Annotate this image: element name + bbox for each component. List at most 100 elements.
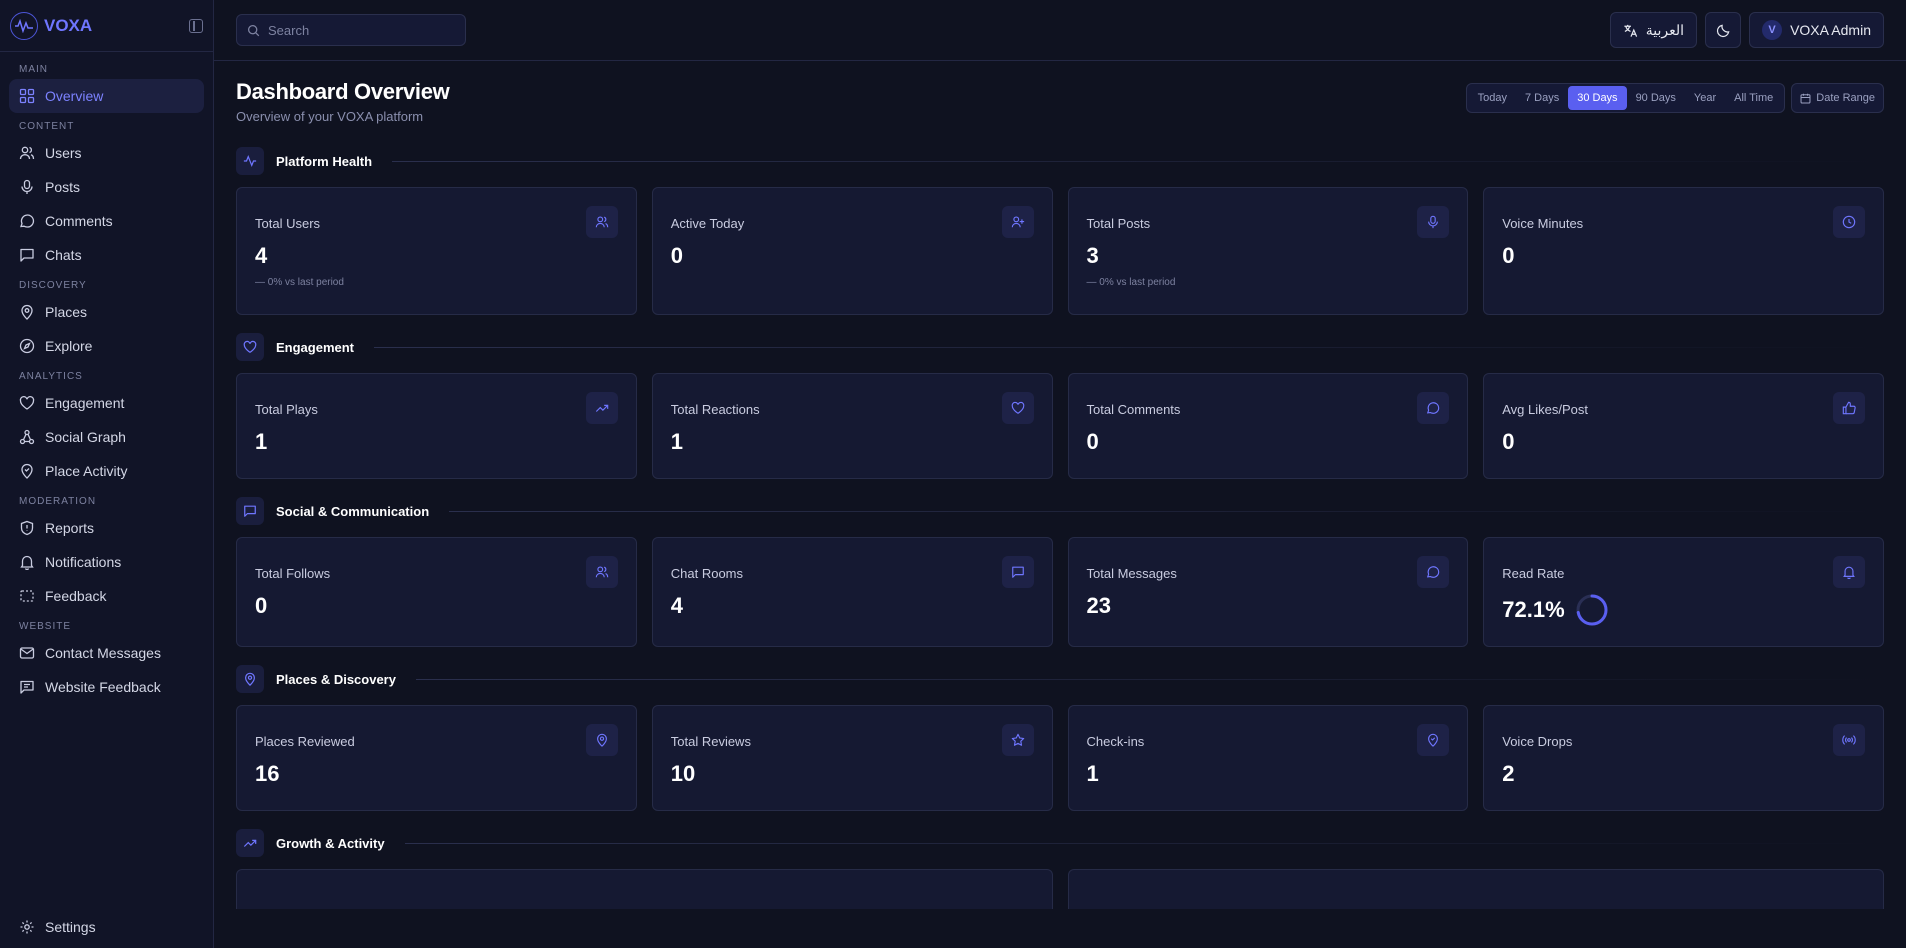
users-icon bbox=[585, 206, 618, 238]
stat-card-active-today[interactable]: Active Today 0 bbox=[651, 187, 1053, 315]
mail-icon bbox=[19, 647, 35, 659]
message-square-icon bbox=[236, 497, 264, 525]
card-label: Total Messages bbox=[1086, 566, 1177, 581]
search-input[interactable]: Search bbox=[236, 14, 466, 46]
stat-card-voice-drops[interactable]: Voice Drops 2 bbox=[1483, 705, 1884, 811]
range-90days-button[interactable]: 90 Days bbox=[1627, 86, 1685, 110]
voxa-logo-icon[interactable] bbox=[10, 11, 38, 40]
settings-section: Settings bbox=[9, 910, 204, 944]
dashboard-content: Dashboard Overview Overview of your VOXA… bbox=[214, 61, 1906, 948]
language-label: العربية bbox=[1645, 21, 1685, 38]
sidebar-item-feedback[interactable]: Feedback bbox=[9, 579, 204, 613]
stat-card-total-posts[interactable]: Total Posts 3 — 0% vs last period bbox=[1067, 187, 1469, 315]
stat-card-total-follows[interactable]: Total Follows 0 bbox=[236, 537, 637, 647]
map-pin-check-icon bbox=[1417, 724, 1450, 756]
page-subtitle: Overview of your VOXA platform bbox=[236, 109, 424, 124]
sidebar-item-explore[interactable]: Explore bbox=[9, 329, 204, 363]
range-7days-button[interactable]: 7 Days bbox=[1516, 86, 1568, 110]
heart-icon bbox=[236, 333, 264, 361]
stat-card-total-reviews[interactable]: Total Reviews 10 bbox=[651, 705, 1053, 811]
section-divider bbox=[374, 346, 1884, 348]
range-today-button[interactable]: Today bbox=[1469, 86, 1516, 110]
stat-card-places-reviewed[interactable]: Places Reviewed 16 bbox=[236, 705, 637, 811]
card-value: 4 bbox=[670, 593, 683, 618]
stat-card-chat-rooms[interactable]: Chat Rooms 4 bbox=[651, 537, 1053, 647]
card-value: 72.1% bbox=[1502, 597, 1565, 622]
message-square-text-icon bbox=[20, 680, 34, 694]
card-label: Active Today bbox=[670, 216, 745, 231]
compass-icon bbox=[19, 338, 35, 354]
message-square-icon bbox=[1001, 556, 1034, 588]
card-value: 0 bbox=[1502, 429, 1515, 454]
stat-card-check-ins[interactable]: Check-ins 1 bbox=[1067, 705, 1469, 811]
sidebar-collapse-icon[interactable] bbox=[189, 18, 203, 33]
user-menu-button[interactable]: V VOXA Admin bbox=[1749, 12, 1884, 48]
message-circle-icon bbox=[1417, 392, 1450, 424]
card-label: Total Users bbox=[255, 216, 321, 231]
theme-toggle-button[interactable] bbox=[1705, 12, 1742, 48]
card-label: Chat Rooms bbox=[670, 566, 743, 581]
card-value: 0 bbox=[1086, 429, 1099, 454]
stat-card-voice-minutes[interactable]: Voice Minutes 0 bbox=[1483, 187, 1884, 315]
stat-card-total-plays[interactable]: Total Plays 1 bbox=[236, 373, 637, 479]
range-selector: Today 7 Days 30 Days 90 Days Year All Ti… bbox=[1465, 83, 1786, 113]
sidebar-item-users[interactable]: Users bbox=[9, 136, 204, 170]
sidebar: VOXA MAIN Overview CONTENT Users Posts C… bbox=[0, 0, 214, 948]
topbar-actions: العربية V VOXA Admin bbox=[1609, 12, 1884, 48]
stat-card-read-rate[interactable]: Read Rate 72.1% bbox=[1483, 537, 1884, 647]
sidebar-item-places[interactable]: Places bbox=[9, 295, 204, 329]
nav-section-analytics: ANALYTICS bbox=[19, 371, 83, 382]
card-value: 1 bbox=[255, 429, 268, 454]
sidebar-item-engagement[interactable]: Engagement bbox=[9, 386, 204, 420]
card-value: 0 bbox=[1502, 243, 1515, 268]
platform-health-cards: Total Users 4 — 0% vs last period Active… bbox=[236, 187, 1884, 315]
range-year-button[interactable]: Year bbox=[1685, 86, 1725, 110]
trending-up-icon bbox=[236, 829, 264, 857]
range-alltime-button[interactable]: All Time bbox=[1725, 86, 1782, 110]
sidebar-item-settings[interactable]: Settings bbox=[9, 910, 204, 944]
sidebar-item-comments[interactable]: Comments bbox=[9, 204, 204, 238]
sidebar-item-label: Chats bbox=[45, 247, 82, 263]
mic-icon bbox=[21, 179, 33, 194]
card-value: 4 bbox=[255, 243, 268, 268]
stat-card-total-reactions[interactable]: Total Reactions 1 bbox=[651, 373, 1053, 479]
sidebar-item-place-activity[interactable]: Place Activity bbox=[9, 454, 204, 488]
card-label: Total Posts bbox=[1086, 216, 1151, 231]
range-30days-button[interactable]: 30 Days bbox=[1568, 86, 1627, 110]
stat-card-avg-likes[interactable]: Avg Likes/Post 0 bbox=[1483, 373, 1884, 479]
card-value: 0 bbox=[255, 593, 268, 618]
heart-icon bbox=[1001, 392, 1034, 424]
sidebar-item-label: Posts bbox=[45, 179, 81, 195]
sidebar-item-social-graph[interactable]: Social Graph bbox=[9, 420, 204, 454]
card-value: 1 bbox=[1086, 761, 1099, 786]
time-filters: Today 7 Days 30 Days 90 Days Year All Ti… bbox=[1465, 83, 1884, 113]
nav-section-main: MAIN bbox=[19, 64, 48, 75]
users-icon bbox=[19, 146, 35, 160]
translate-icon bbox=[1624, 24, 1637, 37]
sidebar-item-website-feedback[interactable]: Website Feedback bbox=[9, 670, 204, 704]
stat-card-total-messages[interactable]: Total Messages 23 bbox=[1067, 537, 1469, 647]
stat-card-total-users[interactable]: Total Users 4 — 0% vs last period bbox=[236, 187, 637, 315]
sidebar-item-overview[interactable]: Overview bbox=[9, 79, 204, 113]
sidebar-item-chats[interactable]: Chats bbox=[9, 238, 204, 272]
avatar: V bbox=[1762, 20, 1783, 40]
bell-icon bbox=[1833, 556, 1865, 588]
users-icon bbox=[585, 556, 618, 588]
sidebar-item-posts[interactable]: Posts bbox=[9, 170, 204, 204]
sidebar-item-contact-messages[interactable]: Contact Messages bbox=[9, 636, 204, 670]
brand-name[interactable]: VOXA bbox=[44, 16, 189, 36]
user-name: VOXA Admin bbox=[1790, 22, 1871, 38]
section-platform-health: Platform Health bbox=[236, 143, 1884, 179]
sidebar-item-label: Explore bbox=[45, 338, 93, 354]
search-icon bbox=[247, 24, 260, 36]
date-range-button[interactable]: Date Range bbox=[1791, 83, 1884, 113]
sidebar-item-notifications[interactable]: Notifications bbox=[9, 545, 204, 579]
language-toggle-button[interactable]: العربية bbox=[1609, 12, 1698, 48]
topbar: Search العربية V VOXA Admin bbox=[214, 0, 1906, 61]
network-icon bbox=[19, 429, 35, 445]
stat-card-total-comments[interactable]: Total Comments 0 bbox=[1067, 373, 1469, 479]
map-pin-icon bbox=[21, 304, 33, 320]
sidebar-item-label: Engagement bbox=[45, 395, 125, 411]
sidebar-item-reports[interactable]: Reports bbox=[9, 511, 204, 545]
section-title: Social & Communication bbox=[276, 503, 430, 519]
